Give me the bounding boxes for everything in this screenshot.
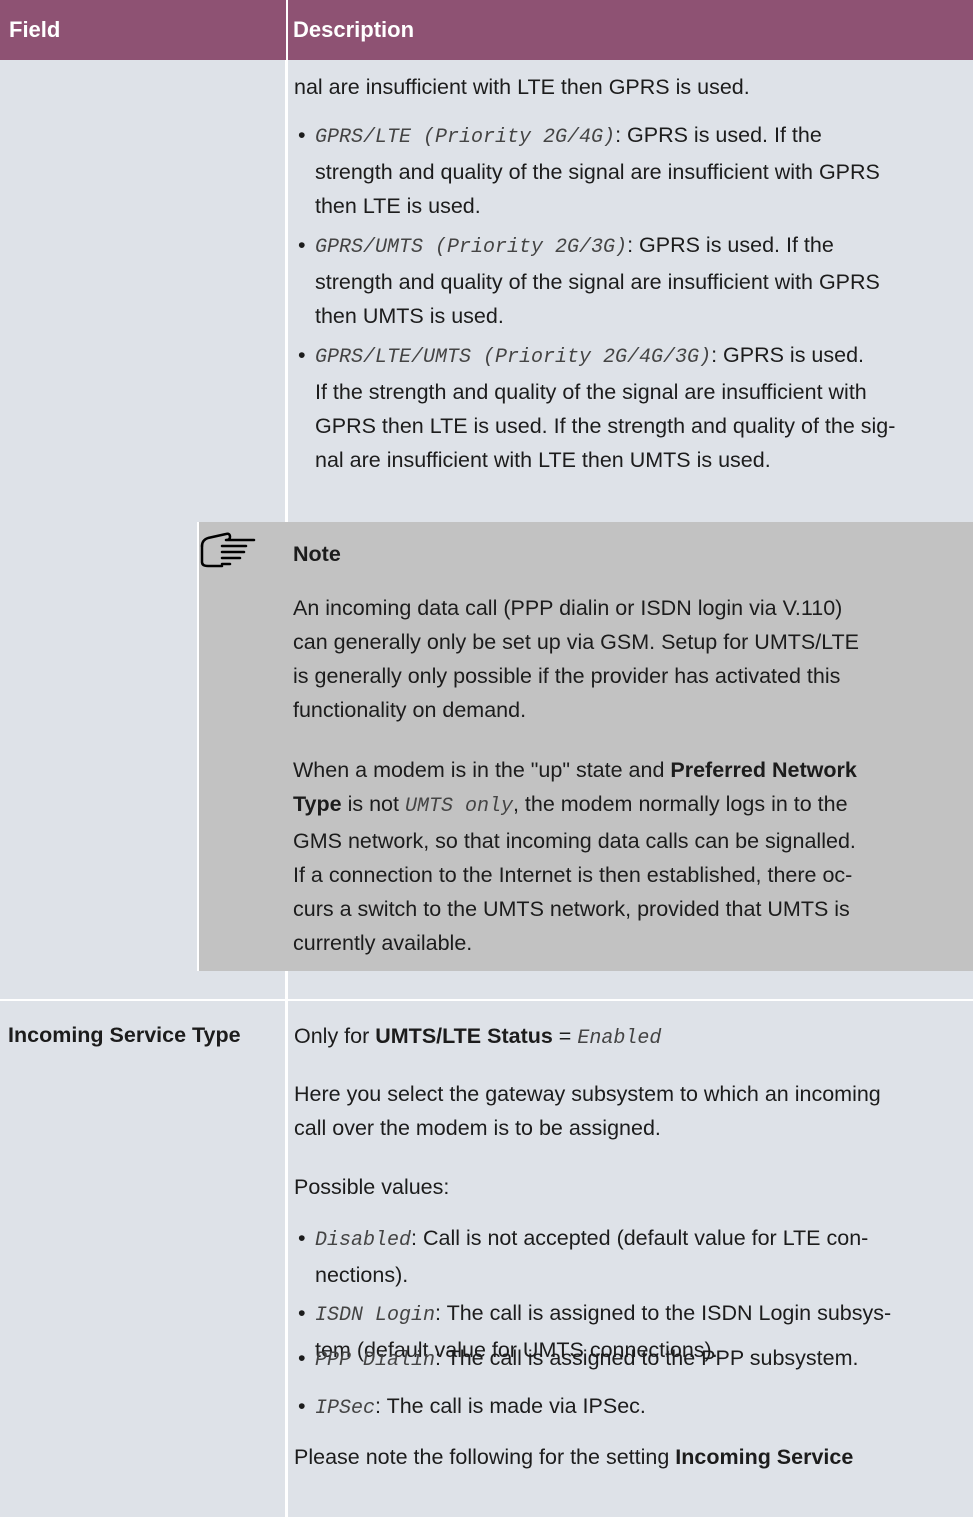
only-for-line: Only for UMTS/LTE Status = Enabled <box>294 1024 662 1050</box>
cont-intro: nal are insufficient with LTE then GPRS … <box>294 75 750 99</box>
header-divider <box>286 0 288 60</box>
table-header: Field Description <box>0 0 973 60</box>
bullet-dot: • <box>298 343 306 367</box>
bullet-dot: • <box>298 1394 306 1418</box>
note-paragraph-1: An incoming data call (PPP dialin or ISD… <box>293 596 860 722</box>
final-note-line: Please note the following for the settin… <box>294 1445 854 1469</box>
value-code: ISDN Login <box>315 1304 436 1327</box>
bullet-dot: • <box>298 123 306 147</box>
select-paragraph: Here you select the gateway subsystem to… <box>294 1082 881 1140</box>
bullet-dot: • <box>298 1226 306 1250</box>
bullet-dot: • <box>298 1346 306 1370</box>
value-code: GPRS/LTE/UMTS (Priority 2G/4G/3G) <box>315 346 712 369</box>
header-field: Field <box>9 17 61 42</box>
note-paragraph-2: When a modem is in the "up" state and Pr… <box>293 758 857 955</box>
value-code: Disabled <box>315 1229 412 1252</box>
header-description: Description <box>293 17 415 42</box>
note-title: Note <box>293 542 341 566</box>
pointing-hand-icon <box>200 532 256 568</box>
value-code: IPSec <box>315 1397 376 1420</box>
bullet-dot: • <box>298 1301 306 1325</box>
possible-values-label: Possible values: <box>294 1175 450 1199</box>
value-code: GPRS/UMTS (Priority 2G/3G) <box>315 236 628 259</box>
field-name-incoming-service-type: Incoming Service Type <box>8 1023 241 1047</box>
row2-field-cell <box>0 1001 285 1517</box>
value-code: PPP Dialin <box>315 1349 436 1372</box>
value-code: GPRS/LTE (Priority 2G/4G) <box>315 126 616 149</box>
bullet-dot: • <box>298 233 306 257</box>
